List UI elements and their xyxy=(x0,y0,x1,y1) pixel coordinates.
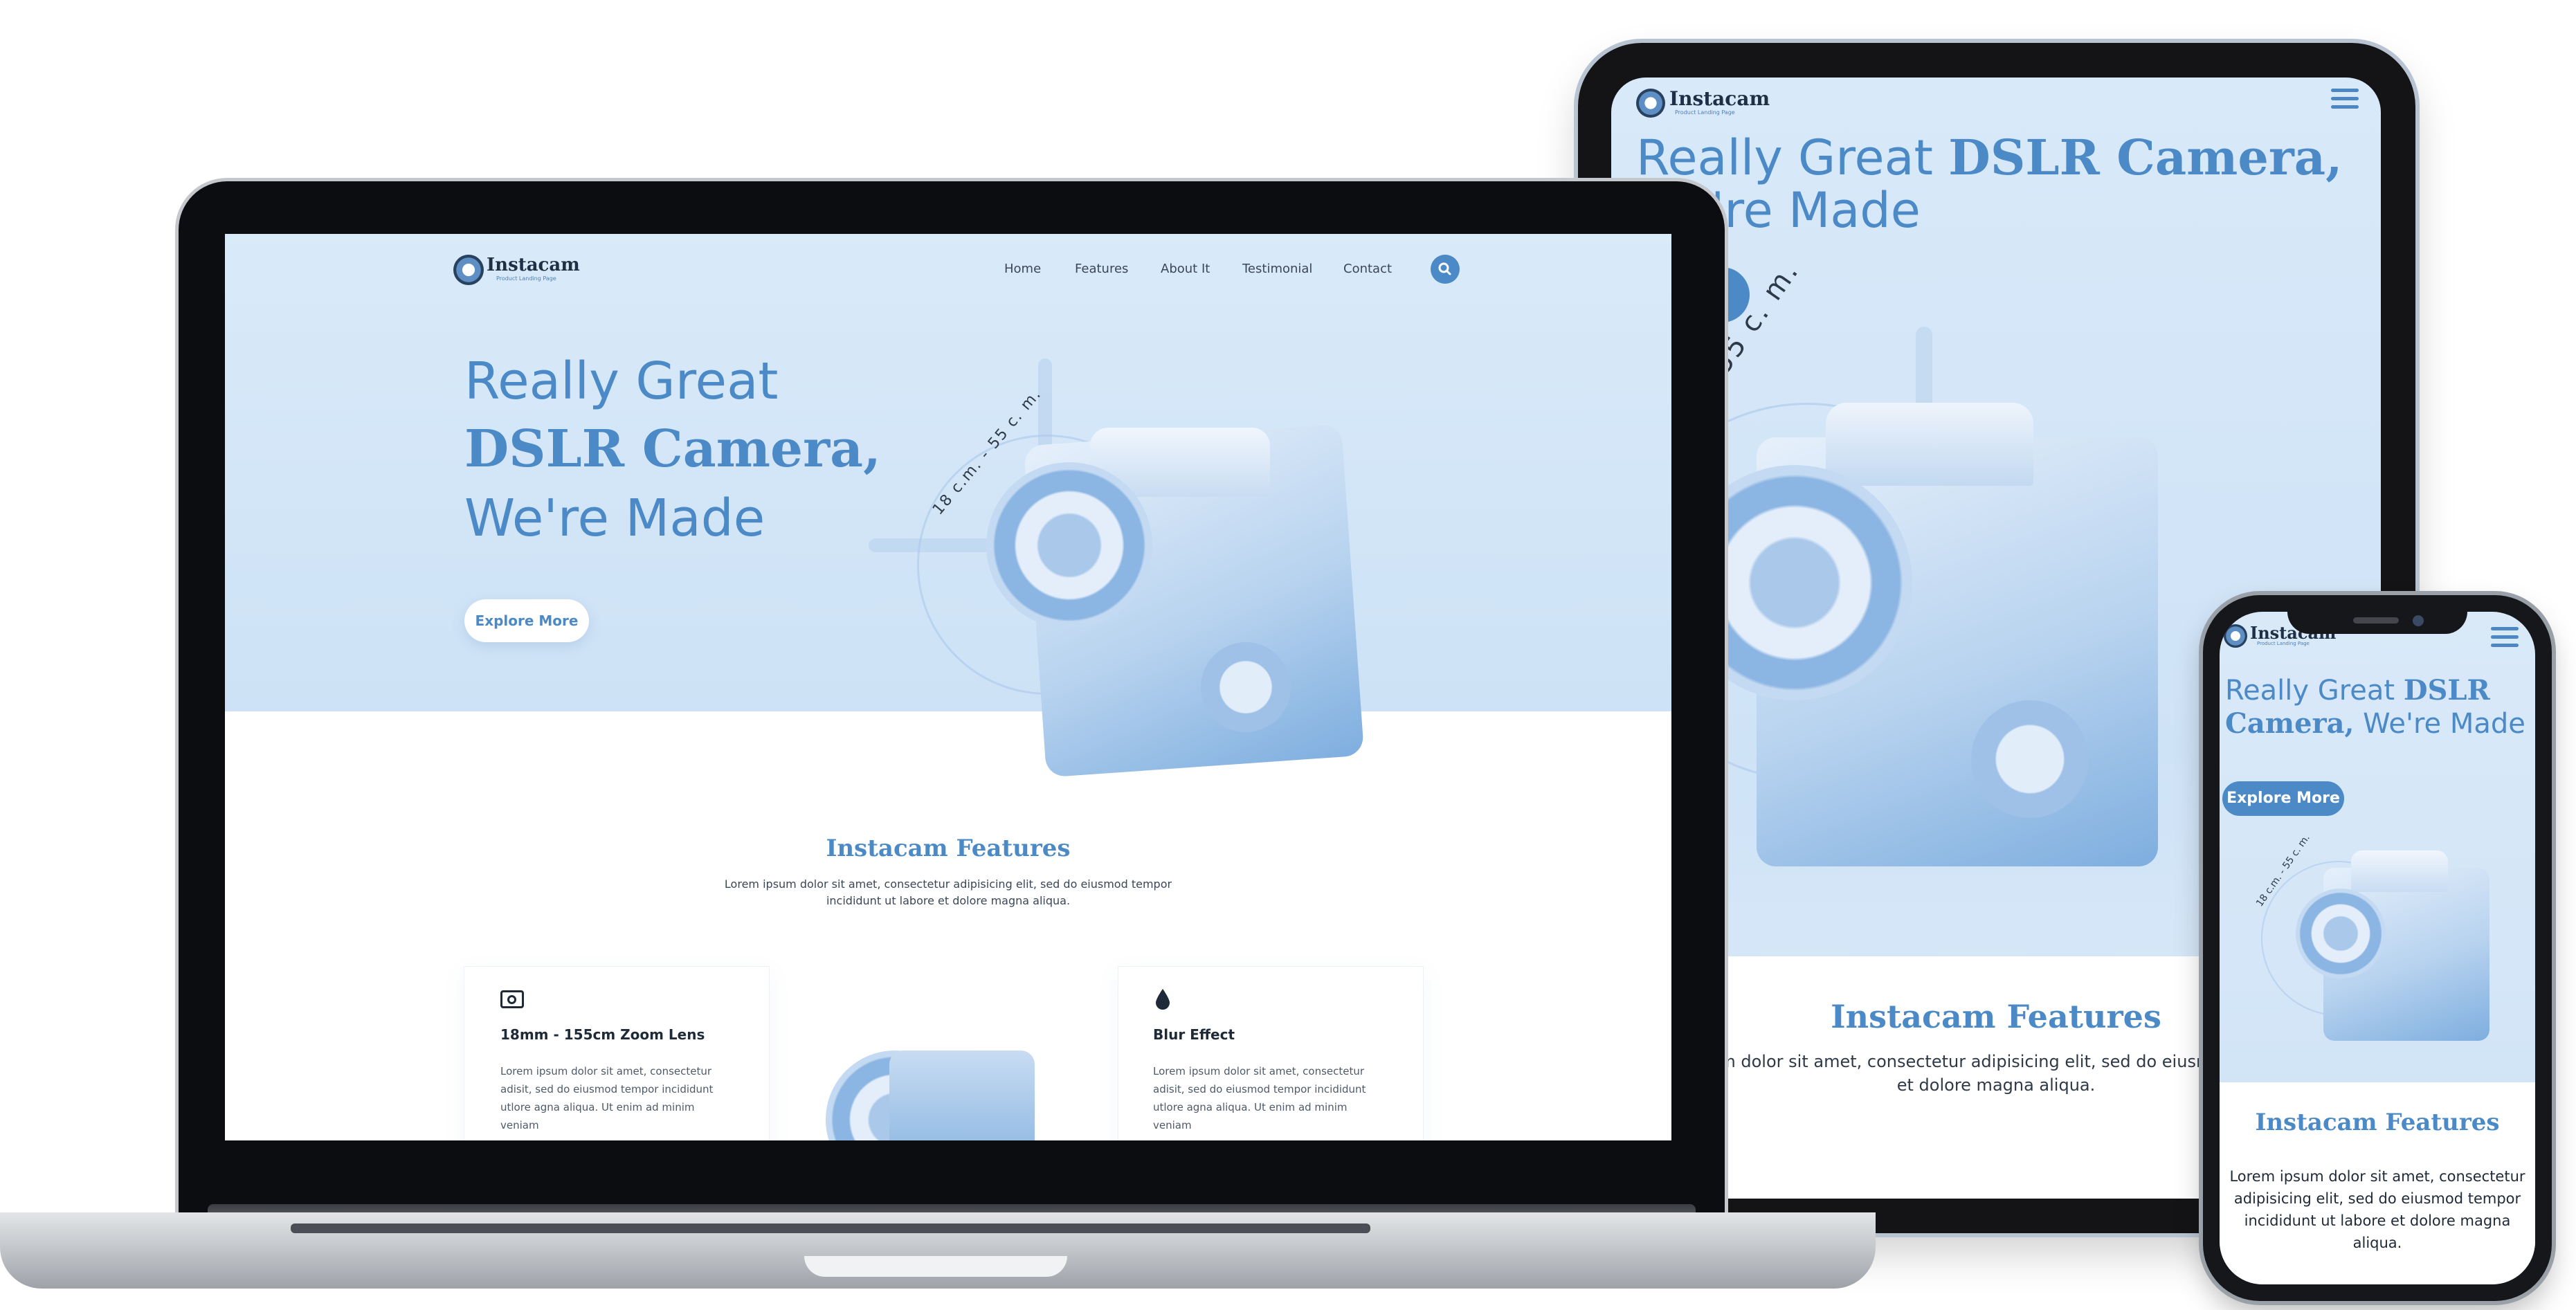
laptop-hero-line2: DSLR Camera, xyxy=(464,419,881,479)
nav-contact[interactable]: Contact xyxy=(1343,262,1392,276)
laptop-features-intro: Lorem ipsum dolor sit amet, consectetur … xyxy=(724,877,1172,907)
feature-card-zoom: 18mm - 155cm Zoom Lens Lorem ipsum dolor… xyxy=(464,966,770,1140)
search-button[interactable] xyxy=(1431,255,1460,284)
tablet-logo-text[interactable]: Instacam xyxy=(1669,87,1770,110)
phone-features-intro: Lorem ipsum dolor sit amet, consectetur … xyxy=(2229,1168,2525,1251)
feature-card-blur: Blur Effect Lorem ipsum dolor sit amet, … xyxy=(1118,966,1424,1140)
laptop-logo-tagline: Product Landing Page xyxy=(496,275,556,282)
nav-home[interactable]: Home xyxy=(1004,262,1041,276)
tablet-camera-grip-top xyxy=(1826,403,2033,486)
laptop-explore-button[interactable]: Explore More xyxy=(464,599,589,642)
tablet-logo-tagline: Product Landing Page xyxy=(1675,109,1735,116)
laptop-screen: Instacam Product Landing Page Home Featu… xyxy=(225,234,1671,1140)
feature-title-zoom: 18mm - 155cm Zoom Lens xyxy=(500,1026,705,1043)
tablet-logo-icon xyxy=(1636,89,1665,118)
phone-logo-icon xyxy=(2224,624,2247,648)
tablet-menu-icon[interactable] xyxy=(2331,89,2359,113)
laptop-hero-line3: We're Made xyxy=(464,489,765,548)
feature-text-blur: Lorem ipsum dolor sit amet, consectetur … xyxy=(1153,1065,1366,1131)
laptop-camera-dial xyxy=(1201,642,1291,732)
laptop-hero-line1: Really Great xyxy=(464,352,779,411)
laptop-logo-text[interactable]: Instacam xyxy=(487,255,580,275)
phone-screen: Instacam Product Landing Page Really Gre… xyxy=(2220,612,2535,1284)
laptop-camera-lens xyxy=(986,462,1152,628)
tablet-camera-dial xyxy=(1971,700,2089,818)
nav-features[interactable]: Features xyxy=(1075,262,1128,276)
feature-title-blur: Blur Effect xyxy=(1153,1026,1235,1043)
phone-logo-tagline: Product Landing Page xyxy=(2257,641,2310,646)
phone-menu-icon[interactable] xyxy=(2491,627,2519,652)
tablet-hero-heading: Really Great DSLR Camera, We're Made xyxy=(1636,129,2343,239)
phone-features-title: Instacam Features xyxy=(2255,1109,2500,1136)
nav-testimonial[interactable]: Testimonial xyxy=(1242,262,1312,276)
phone-camera-top xyxy=(2351,850,2448,892)
phone-front-camera xyxy=(2413,615,2424,626)
phone-explore-button[interactable]: Explore More xyxy=(2222,781,2344,816)
search-icon xyxy=(1438,262,1451,275)
nav-about[interactable]: About It xyxy=(1161,262,1210,276)
phone-hero-heading: Really Great DSLR Camera, We're Made xyxy=(2225,674,2525,740)
phone-camera-lens xyxy=(2296,889,2386,979)
laptop-features-title: Instacam Features xyxy=(826,835,1071,862)
laptop-logo-icon xyxy=(453,255,484,285)
phone-speaker xyxy=(2353,617,2399,624)
laptop-keyboard-edge xyxy=(291,1223,1370,1233)
laptop-feature-lens-barrel xyxy=(889,1050,1035,1140)
feature-text-zoom: Lorem ipsum dolor sit amet, consectetur … xyxy=(500,1065,714,1131)
drop-icon xyxy=(1156,989,1170,1010)
camera-icon xyxy=(500,990,524,1008)
laptop-thumb-notch xyxy=(804,1256,1067,1277)
